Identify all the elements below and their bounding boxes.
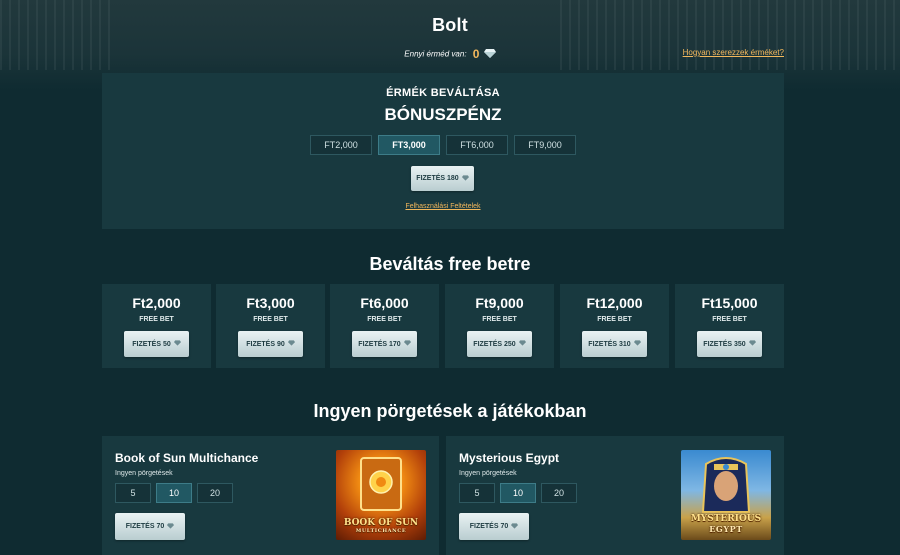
bonus-amount-option[interactable]: FT6,000 xyxy=(446,135,508,155)
bonus-pay-label: FIZETÉS 180 xyxy=(416,175,459,182)
freebet-pay-button[interactable]: FIZETÉS 250 xyxy=(467,331,532,357)
game-name: Mysterious Egypt xyxy=(459,451,560,465)
freebet-amount: Ft6,000 xyxy=(360,295,409,311)
diamond-icon xyxy=(173,340,181,348)
freebet-pay-label: FIZETÉS 350 xyxy=(703,340,746,348)
how-to-earn-coins-link[interactable]: Hogyan szerezzek érméket? xyxy=(683,48,784,57)
bonus-amount-option[interactable]: FT2,000 xyxy=(310,135,372,155)
freebet-amount: Ft12,000 xyxy=(586,295,643,311)
diamond-icon xyxy=(483,48,496,60)
spin-count-option-selected[interactable]: 10 xyxy=(500,483,536,503)
page-title: Bolt xyxy=(432,15,468,35)
freebet-card: Ft15,000 FREE BET FIZETÉS 350 xyxy=(675,284,784,368)
game-pay-button[interactable]: FIZETÉS 70 xyxy=(115,513,185,540)
freebet-card: Ft12,000 FREE BET FIZETÉS 310 xyxy=(560,284,669,368)
bonus-amount-option-selected[interactable]: FT3,000 xyxy=(378,135,440,155)
bonus-title: BÓNUSZPÉNZ xyxy=(384,105,502,124)
game-subtitle: Ingyen pörgetések xyxy=(459,470,517,477)
diamond-icon xyxy=(511,522,519,531)
spin-count-option[interactable]: 5 xyxy=(115,483,151,503)
freebet-pay-label: FIZETÉS 250 xyxy=(473,340,516,348)
bonus-money-panel: ÉRMÉK BEVÁLTÁSA BÓNUSZPÉNZ FT2,000 FT3,0… xyxy=(102,73,784,229)
freebet-amount: Ft3,000 xyxy=(246,295,295,311)
freebet-cards: Ft2,000 FREE BET FIZETÉS 50 Ft3,000 FREE… xyxy=(102,284,784,368)
spin-count-selector: 5 10 20 xyxy=(459,483,577,503)
freebet-card: Ft2,000 FREE BET FIZETÉS 50 xyxy=(102,284,211,368)
bonus-amount-option[interactable]: FT9,000 xyxy=(514,135,576,155)
freebet-pay-label: FIZETÉS 50 xyxy=(132,340,171,348)
game-card-book-of-sun: Book of Sun Multichance Ingyen pörgetése… xyxy=(102,436,439,555)
spin-count-option[interactable]: 20 xyxy=(541,483,577,503)
game-subtitle: Ingyen pörgetések xyxy=(115,470,173,477)
coin-balance-label: Ennyi érméd van: xyxy=(404,49,467,59)
freebet-amount: Ft2,000 xyxy=(132,295,181,311)
bonus-subtitle: ÉRMÉK BEVÁLTÁSA xyxy=(386,87,500,99)
freebet-label: FREE BET xyxy=(139,316,174,323)
spin-count-option-selected[interactable]: 10 xyxy=(156,483,192,503)
freebet-pay-button[interactable]: FIZETÉS 50 xyxy=(124,331,189,357)
freebet-pay-label: FIZETÉS 170 xyxy=(358,340,401,348)
spin-count-option[interactable]: 5 xyxy=(459,483,495,503)
freebet-label: FREE BET xyxy=(482,316,517,323)
thumbnail-logo: MYSTERIOUS EGYPT xyxy=(681,514,771,534)
game-pay-label: FIZETÉS 70 xyxy=(125,523,165,530)
thumbnail-logo-subtitle: EGYPT xyxy=(709,524,743,534)
game-pay-button[interactable]: FIZETÉS 70 xyxy=(459,513,529,540)
diamond-icon xyxy=(518,340,526,348)
thumbnail-logo-title: MYSTERIOUS xyxy=(690,514,762,524)
spin-count-selector: 5 10 20 xyxy=(115,483,233,503)
freebet-pay-button[interactable]: FIZETÉS 170 xyxy=(352,331,417,357)
freebet-card: Ft3,000 FREE BET FIZETÉS 90 xyxy=(216,284,325,368)
freebet-pay-button[interactable]: FIZETÉS 90 xyxy=(238,331,303,357)
diamond-icon xyxy=(287,340,295,348)
diamond-icon xyxy=(633,340,641,348)
freespins-section-title: Ingyen pörgetések a játékokban xyxy=(313,401,587,421)
freebet-pay-label: FIZETÉS 90 xyxy=(246,340,285,348)
spin-count-option[interactable]: 20 xyxy=(197,483,233,503)
freebet-card: Ft6,000 FREE BET FIZETÉS 170 xyxy=(330,284,439,368)
game-thumbnail-book-of-sun[interactable]: BOOK OF SUN MULTICHANCE xyxy=(336,450,426,540)
freebet-label: FREE BET xyxy=(712,316,747,323)
freebet-pay-label: FIZETÉS 310 xyxy=(588,340,631,348)
freebet-pay-button[interactable]: FIZETÉS 310 xyxy=(582,331,647,357)
freebet-pay-button[interactable]: FIZETÉS 350 xyxy=(697,331,762,357)
thumbnail-logo-title: BOOK OF SUN xyxy=(343,518,419,528)
game-pay-label: FIZETÉS 70 xyxy=(469,523,509,530)
coin-balance-value: 0 xyxy=(472,47,480,61)
freebet-label: FREE BET xyxy=(367,316,402,323)
freebet-label: FREE BET xyxy=(253,316,288,323)
thumbnail-logo-subtitle: MULTICHANCE xyxy=(355,528,407,534)
game-name: Book of Sun Multichance xyxy=(115,451,259,465)
game-thumbnail-mysterious-egypt[interactable]: MYSTERIOUS EGYPT xyxy=(681,450,771,540)
bonus-pay-button[interactable]: FIZETÉS 180 xyxy=(411,166,474,191)
thumbnail-logo: BOOK OF SUN MULTICHANCE xyxy=(336,518,426,534)
freebet-amount: Ft9,000 xyxy=(475,295,524,311)
terms-link[interactable]: Felhasználási Feltételek xyxy=(102,203,784,210)
diamond-icon xyxy=(403,340,411,348)
diamond-icon xyxy=(167,522,175,531)
freebet-card: Ft9,000 FREE BET FIZETÉS 250 xyxy=(445,284,554,368)
diamond-icon xyxy=(748,340,756,348)
freebet-amount: Ft15,000 xyxy=(701,295,758,311)
bonus-amount-selector: FT2,000 FT3,000 FT6,000 FT9,000 xyxy=(102,135,784,155)
freebet-label: FREE BET xyxy=(597,316,632,323)
diamond-icon xyxy=(461,174,469,183)
game-card-mysterious-egypt: Mysterious Egypt Ingyen pörgetések 5 10 … xyxy=(446,436,784,555)
freebet-section-title: Beváltás free betre xyxy=(369,254,531,274)
